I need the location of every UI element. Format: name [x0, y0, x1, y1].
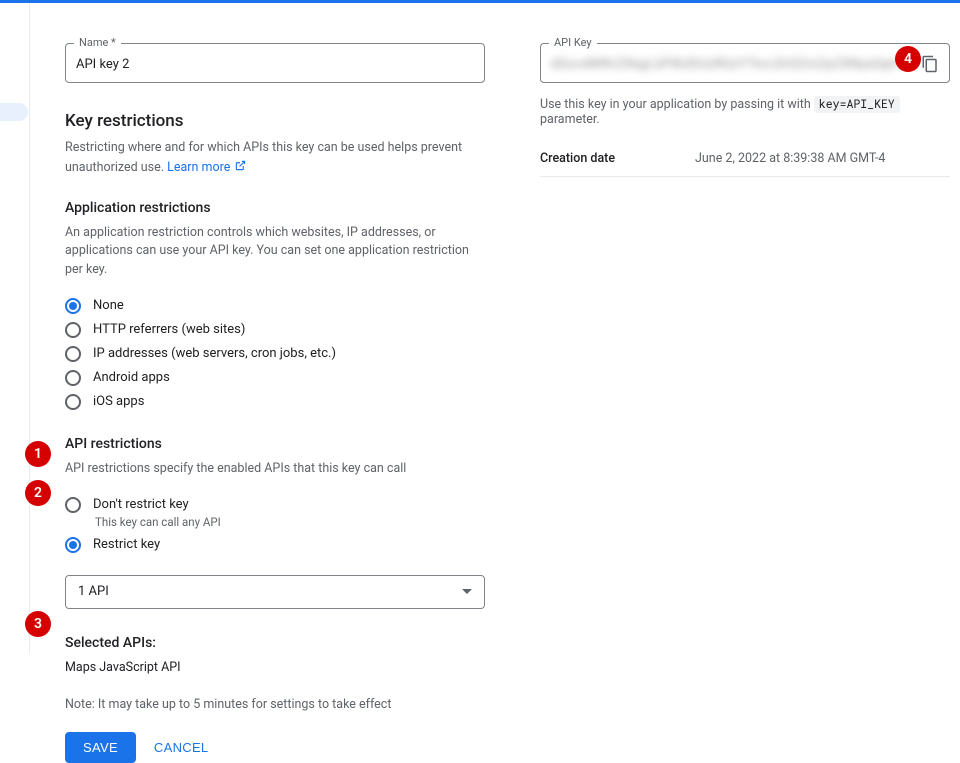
creation-date-label: Creation date — [540, 151, 695, 166]
annotation-1: 1 — [25, 441, 51, 467]
app-restrictions-heading: Application restrictions — [65, 200, 485, 216]
creation-date-row: Creation date June 2, 2022 at 8:39:38 AM… — [540, 141, 950, 177]
selected-apis-heading: Selected APIs: — [65, 635, 485, 651]
api-restrictions-radio-group: Don't restrict key This key can call any… — [65, 493, 485, 557]
button-row: SAVE CANCEL — [65, 732, 485, 763]
annotation-4: 4 — [895, 46, 921, 72]
radio-label: iOS apps — [93, 394, 144, 409]
key-restrictions-heading: Key restrictions — [65, 111, 485, 131]
radio-label: IP addresses (web servers, cron jobs, et… — [93, 346, 336, 361]
radio-ip-addresses[interactable]: IP addresses (web servers, cron jobs, et… — [65, 342, 485, 366]
cancel-button[interactable]: CANCEL — [154, 740, 209, 755]
radio-android-apps[interactable]: Android apps — [65, 366, 485, 390]
usage-prefix: Use this key in your application by pass… — [540, 97, 814, 112]
api-restrictions-heading: API restrictions — [65, 436, 485, 452]
api-key-value-blurred: dGxvdWRrZXkgLUFNUDUzRlIzYThrc2h5ZmZpZXNy… — [551, 57, 921, 72]
left-column: Name * API key 2 Key restrictions Restri… — [65, 43, 485, 763]
radio-icon — [65, 537, 81, 553]
name-field[interactable]: Name * API key 2 — [65, 43, 485, 83]
api-key-usage-text: Use this key in your application by pass… — [540, 97, 950, 127]
name-field-label: Name * — [74, 36, 121, 49]
app-restrictions-radio-group: None HTTP referrers (web sites) IP addre… — [65, 294, 485, 414]
radio-icon — [65, 322, 81, 338]
annotation-3: 3 — [25, 611, 51, 637]
sidebar-active-item[interactable] — [0, 103, 28, 121]
selected-api-item: Maps JavaScript API — [65, 659, 485, 678]
radio-label: None — [93, 298, 124, 313]
settings-note: Note: It may take up to 5 minutes for se… — [65, 697, 485, 712]
api-select-dropdown[interactable]: 1 API — [65, 575, 485, 609]
radio-http-referrers[interactable]: HTTP referrers (web sites) — [65, 318, 485, 342]
code-chip: key=API_KEY — [814, 96, 900, 113]
sidebar — [0, 3, 30, 653]
learn-more-link[interactable]: Learn more — [167, 160, 230, 175]
radio-dont-restrict-key[interactable]: Don't restrict key — [65, 493, 485, 517]
key-restrictions-desc: Restricting where and for which APIs thi… — [65, 139, 485, 178]
annotation-2: 2 — [25, 480, 51, 506]
radio-label: HTTP referrers (web sites) — [93, 322, 245, 337]
save-button[interactable]: SAVE — [65, 732, 136, 763]
radio-dont-restrict-sub: This key can call any API — [95, 515, 485, 529]
radio-icon — [65, 394, 81, 410]
app-restrictions-desc: An application restriction controls whic… — [65, 224, 485, 280]
radio-icon — [65, 370, 81, 386]
radio-restrict-key[interactable]: Restrict key — [65, 533, 485, 557]
radio-icon — [65, 346, 81, 362]
right-column: API Key dGxvdWRrZXkgLUFNUDUzRlIzYThrc2h5… — [540, 43, 950, 763]
creation-date-value: June 2, 2022 at 8:39:38 AM GMT-4 — [695, 151, 885, 166]
radio-icon — [65, 298, 81, 314]
radio-label: Android apps — [93, 370, 170, 385]
radio-label: Don't restrict key — [93, 497, 189, 512]
api-restrictions-desc: API restrictions specify the enabled API… — [65, 460, 485, 479]
copy-icon[interactable] — [921, 55, 939, 73]
radio-label: Restrict key — [93, 537, 160, 552]
name-field-value: API key 2 — [76, 57, 129, 72]
api-key-field: API Key dGxvdWRrZXkgLUFNUDUzRlIzYThrc2h5… — [540, 43, 950, 83]
usage-suffix: parameter. — [540, 112, 600, 127]
radio-none[interactable]: None — [65, 294, 485, 318]
api-key-field-label: API Key — [549, 36, 597, 49]
external-link-icon — [235, 160, 246, 174]
chevron-down-icon — [462, 589, 472, 594]
radio-icon — [65, 497, 81, 513]
key-restrictions-desc-text: Restricting where and for which APIs thi… — [65, 140, 462, 175]
select-value: 1 API — [78, 584, 109, 599]
radio-ios-apps[interactable]: iOS apps — [65, 390, 485, 414]
